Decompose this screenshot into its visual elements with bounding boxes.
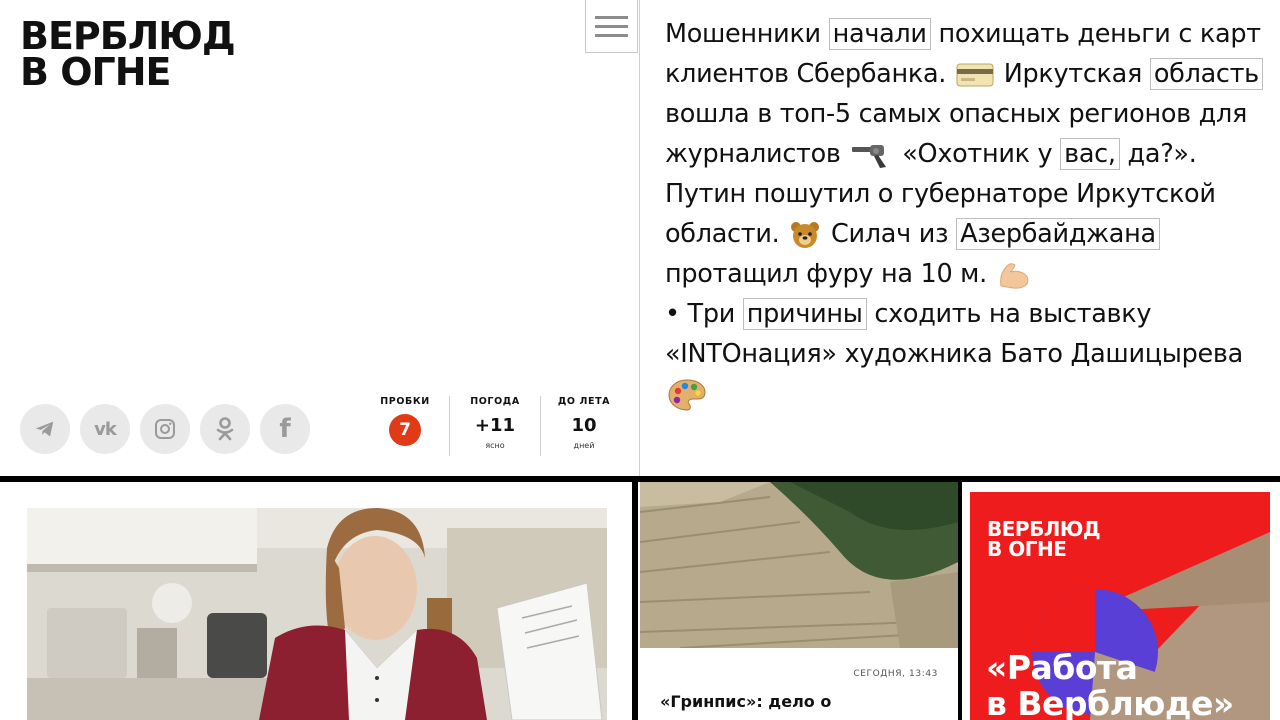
info-separator [449, 396, 450, 456]
clear-cut-forest-image [640, 482, 958, 648]
digest-link[interactable]: область [1149, 58, 1263, 90]
telegram-button[interactable] [20, 404, 70, 454]
news-timestamp: СЕГОДНЯ, 13:43 [853, 669, 938, 679]
instagram-icon [155, 419, 175, 439]
article-photo[interactable] [27, 508, 607, 720]
summer-countdown-widget: ДО ЛЕТА 10 дней [548, 396, 620, 456]
logo-line-1: ВЕРБЛЮД [20, 14, 236, 58]
credit-card-icon [956, 63, 994, 87]
facebook-icon: f [279, 414, 291, 444]
site-logo[interactable]: ВЕРБЛЮД В ОГНЕ [20, 14, 236, 94]
promo-title: «Работа в Верблюде» [986, 650, 1234, 720]
news-card-image[interactable] [640, 482, 958, 648]
menu-button[interactable] [585, 0, 638, 53]
weather-widget[interactable]: ПОГОДА +11 ясно [458, 396, 532, 456]
logo-line-2: В ОГНЕ [20, 50, 171, 94]
promo-logo-line-1: ВЕРБЛЮД [987, 517, 1101, 541]
digest-text: протащил фуру на 10 м. [665, 259, 987, 289]
digest-link[interactable]: начали [828, 18, 931, 50]
section-divider [632, 476, 638, 720]
revolver-icon [852, 145, 887, 168]
promo-logo: ВЕРБЛЮД В ОГНЕ [987, 517, 1101, 561]
weather-value: +11 [474, 415, 516, 436]
digest-link[interactable]: причины [742, 298, 867, 330]
digest-text: Мошенники [665, 19, 821, 49]
info-separator [540, 396, 541, 456]
weather-condition: ясно [485, 441, 505, 450]
odnoklassniki-button[interactable] [200, 404, 250, 454]
traffic-label: ПРОБКИ [380, 396, 430, 407]
flexed-biceps-icon [999, 263, 1029, 289]
digest-text: • Три [665, 299, 735, 329]
promo-title-line-2: в Верблюде» [986, 684, 1234, 720]
social-links: vk f [20, 404, 310, 454]
vk-button[interactable]: vk [80, 404, 130, 454]
promo-logo-line-2: В ОГНЕ [987, 537, 1067, 561]
weather-label: ПОГОДА [470, 396, 520, 407]
facebook-button[interactable]: f [260, 404, 310, 454]
woman-reading-document-image [27, 508, 607, 720]
instagram-button[interactable] [140, 404, 190, 454]
news-digest: Мошенники начали похищать деньги с карт … [665, 14, 1265, 414]
summer-label: ДО ЛЕТА [557, 396, 611, 407]
digest-link[interactable]: вас, [1060, 138, 1120, 170]
bear-icon [791, 222, 820, 248]
artist-palette-icon [668, 379, 706, 411]
traffic-score-badge: 7 [389, 414, 421, 446]
column-divider [639, 0, 640, 476]
hamburger-icon [595, 15, 628, 19]
summer-days-value: 10 [571, 415, 597, 436]
traffic-widget[interactable]: ПРОБКИ 7 [370, 396, 440, 456]
digest-link[interactable]: Азербайджана [956, 218, 1160, 250]
section-divider [958, 482, 962, 720]
promo-title-line-1: «Работа [986, 648, 1138, 687]
digest-text: Иркутская [1003, 59, 1143, 89]
promo-banner[interactable]: ВЕРБЛЮД В ОГНЕ «Работа в Верблюде» [970, 492, 1270, 720]
summer-days-unit: дней [573, 441, 595, 450]
telegram-icon [35, 421, 54, 437]
digest-text: «Охотник у [902, 139, 1053, 169]
vk-icon: vk [94, 418, 117, 440]
digest-text: Силач из [831, 219, 949, 249]
news-title[interactable]: «Гринпис»: дело о [660, 692, 831, 711]
ok-icon [216, 417, 234, 441]
